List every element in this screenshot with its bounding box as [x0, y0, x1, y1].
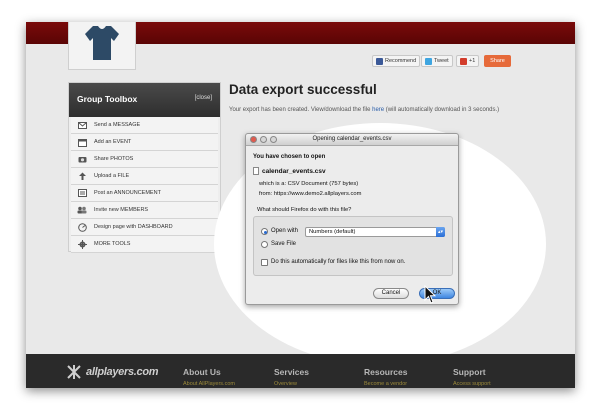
footer-logo[interactable]: allplayers.com: [66, 364, 159, 380]
toolbox-item-more-tools[interactable]: MORE TOOLS: [71, 236, 218, 253]
members-icon: [77, 206, 87, 215]
twitter-icon: [425, 57, 432, 65]
gplus-label: +1: [469, 58, 476, 64]
footer-heading-about: About Us: [183, 367, 221, 377]
footer-link-support[interactable]: Access support: [453, 381, 491, 387]
toolbox-item-design-dashboard[interactable]: Design page with DASHBOARD: [71, 219, 218, 236]
toolbox-item-post-announcement[interactable]: Post an ANNOUNCEMENT: [71, 185, 218, 202]
facebook-recommend-button[interactable]: Recommend: [372, 55, 421, 67]
dashboard-icon: [77, 222, 87, 232]
save-file-radio[interactable]: [261, 241, 268, 248]
toolbox-item-label: Add an EVENT: [94, 139, 132, 145]
mouse-cursor-icon: [424, 285, 436, 304]
toolbox-item-label: MORE TOOLS: [94, 241, 131, 247]
google-plus-button[interactable]: +1: [456, 55, 480, 67]
announcement-icon: [77, 189, 87, 198]
group-avatar[interactable]: [68, 22, 136, 70]
toolbox-item-label: Design page with DASHBOARD: [94, 224, 173, 230]
document-icon: [253, 167, 259, 175]
toolbox-item-label: Invite new MEMBERS: [94, 207, 149, 213]
chevron-updown-icon: ▴▾: [436, 227, 445, 237]
footer-link-resources[interactable]: Become a vendor: [364, 381, 407, 387]
footer-link-about[interactable]: About AllPlayers.com: [183, 381, 235, 387]
toolbox-item-upload-file[interactable]: Upload a FILE: [71, 168, 218, 185]
share-button[interactable]: Share: [484, 55, 511, 67]
chosen-heading: You have chosen to open: [253, 154, 326, 160]
export-message-suffix: (will automatically download in 3 second…: [384, 107, 500, 113]
footer-link-services[interactable]: Overview: [274, 381, 297, 387]
action-options: Open with Numbers (default) ▴▾ Save File…: [253, 216, 453, 276]
toolbox-item-label: Post an ANNOUNCEMENT: [94, 190, 161, 196]
export-message-text: Your export has been created. View/downl…: [229, 107, 373, 113]
auto-checkbox[interactable]: [261, 259, 268, 266]
dialog-title: Opening calendar_events.csv: [312, 136, 392, 142]
dialog-titlebar: Opening calendar_events.csv: [246, 134, 458, 146]
upload-icon: [77, 172, 87, 181]
footer-logo-text: allplayers.com: [86, 366, 159, 378]
toolbox-title: Group Toolbox: [77, 94, 138, 104]
facebook-icon: [376, 57, 383, 65]
google-plus-icon: [460, 57, 467, 65]
page-title: Data export successful: [229, 82, 377, 97]
toolbox-item-add-event[interactable]: Add an EVENT: [71, 134, 218, 151]
action-question: What should Firefox do with this file?: [257, 207, 352, 213]
share-label: Share: [490, 58, 505, 64]
file-name: calendar_events.csv: [262, 168, 326, 175]
toolbox-item-invite-members[interactable]: Invite new MEMBERS: [71, 202, 218, 219]
application-select[interactable]: Numbers (default) ▴▾: [305, 227, 445, 237]
footer-heading-support: Support: [453, 367, 486, 377]
site-footer: allplayers.com About Us About AllPlayers…: [26, 354, 575, 388]
browser-frame: Recommend Tweet +1 Share Group Toolbox […: [26, 22, 575, 388]
toolbox-item-label: Share PHOTOS: [94, 156, 134, 162]
shirt-icon: [85, 26, 119, 60]
application-select-value: Numbers (default): [309, 229, 356, 235]
file-download-dialog: Opening calendar_events.csv You have cho…: [245, 133, 459, 305]
cancel-button[interactable]: Cancel: [373, 288, 409, 299]
calendar-icon: [77, 138, 87, 147]
footer-heading-services: Services: [274, 367, 309, 377]
gear-icon: [77, 239, 87, 249]
footer-heading-resources: Resources: [364, 367, 408, 377]
toolbox-header: Group Toolbox [close]: [69, 83, 220, 117]
toolbox-item-send-message[interactable]: Send a MESSAGE: [71, 117, 218, 134]
file-source-info: from: https://www.demo2.allplayers.com: [259, 191, 362, 197]
open-with-label: Open with: [271, 228, 299, 234]
tweet-button[interactable]: Tweet: [421, 55, 453, 67]
toolbox-item-label: Upload a FILE: [94, 173, 130, 179]
group-toolbox: Group Toolbox [close] Send a MESSAGE Add…: [68, 82, 221, 253]
export-message: Your export has been created. View/downl…: [229, 107, 499, 113]
camera-icon: [77, 155, 87, 164]
open-with-radio[interactable]: [261, 228, 268, 235]
save-file-label: Save File: [271, 241, 297, 247]
auto-checkbox-label: Do this automatically for files like thi…: [271, 259, 406, 265]
file-type-info: which is a: CSV Document (757 bytes): [259, 181, 359, 187]
tweet-label: Tweet: [434, 58, 449, 64]
allplayers-logo-icon: [67, 365, 81, 379]
toolbox-close-link[interactable]: [close]: [195, 95, 212, 101]
message-icon: [77, 121, 87, 130]
toolbox-item-share-photos[interactable]: Share PHOTOS: [71, 151, 218, 168]
toolbox-item-label: Send a MESSAGE: [94, 122, 141, 128]
recommend-label: Recommend: [385, 58, 417, 64]
download-link[interactable]: here: [372, 107, 384, 113]
